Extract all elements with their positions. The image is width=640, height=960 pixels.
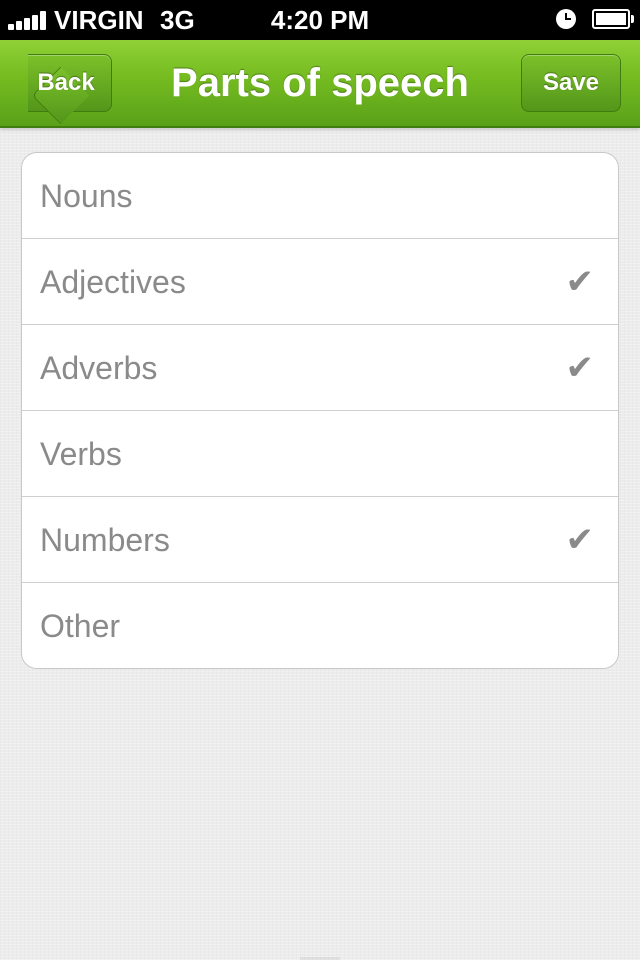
list-item-label: Numbers bbox=[40, 522, 170, 558]
checkmark-icon: ✔ bbox=[565, 348, 595, 388]
page-title: Parts of speech bbox=[171, 61, 469, 105]
list-item-adjectives[interactable]: Adjectives ✔ bbox=[22, 239, 618, 325]
parts-of-speech-list: Nouns Adjectives ✔ Adverbs ✔ Verbs Numbe… bbox=[21, 152, 619, 669]
list-item-adverbs[interactable]: Adverbs ✔ bbox=[22, 325, 618, 411]
navigation-bar: Back Parts of speech Save bbox=[0, 40, 640, 128]
checkmark-icon: ✔ bbox=[565, 520, 595, 560]
status-time: 4:20 PM bbox=[270, 5, 370, 35]
save-button[interactable]: Save bbox=[521, 54, 621, 112]
list-item-nouns[interactable]: Nouns bbox=[22, 153, 618, 239]
list-item-label: Other bbox=[40, 608, 121, 644]
list-item-other[interactable]: Other bbox=[22, 583, 618, 668]
alarm-clock-icon bbox=[556, 9, 576, 29]
list-item-label: Verbs bbox=[40, 436, 122, 472]
status-bar: VIRGIN 3G 4:20 PM bbox=[0, 0, 640, 40]
back-button-label[interactable]: Back bbox=[16, 54, 116, 112]
list-item-numbers[interactable]: Numbers ✔ bbox=[22, 497, 618, 583]
checkmark-icon: ✔ bbox=[565, 262, 595, 302]
list-item-label: Adjectives bbox=[40, 264, 186, 300]
battery-icon bbox=[592, 9, 634, 29]
list-item-label: Adverbs bbox=[40, 350, 158, 386]
list-item-label: Nouns bbox=[40, 178, 133, 214]
list-item-verbs[interactable]: Verbs bbox=[22, 411, 618, 497]
